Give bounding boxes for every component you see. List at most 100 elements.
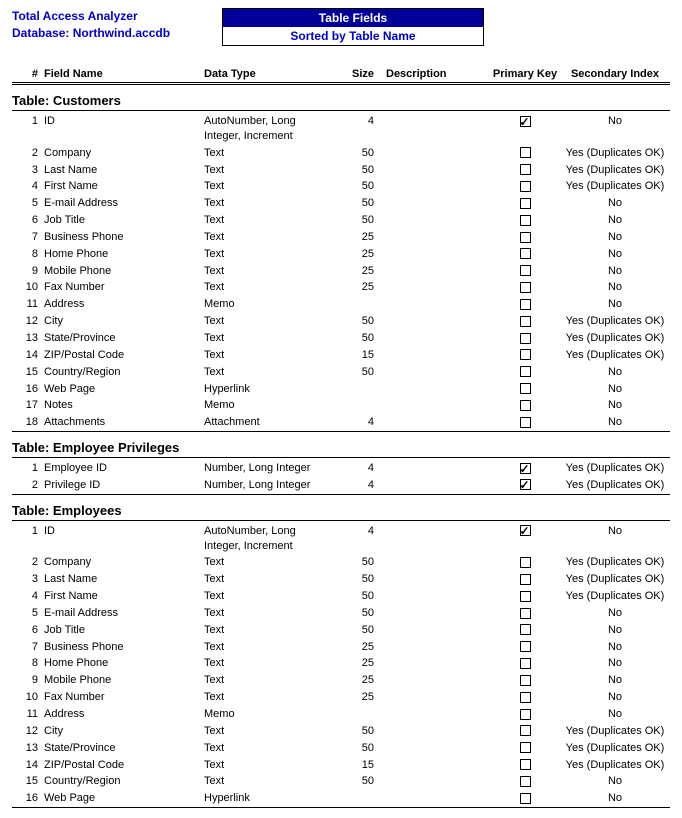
cell-field: Web Page [44,791,204,806]
cell-field: Home Phone [44,656,204,671]
cell-num: 5 [12,606,44,621]
cell-idx: No [560,415,670,430]
cell-size: 50 [334,314,380,329]
table-row: 13State/ProvinceText50Yes (Duplicates OK… [12,330,670,347]
cell-type: Text [204,331,334,346]
checkbox-icon [520,282,531,293]
table-row: 9Mobile PhoneText25No [12,672,670,689]
cell-type: Hyperlink [204,382,334,397]
cell-field: Address [44,297,204,312]
table-row: 7Business PhoneText25No [12,639,670,656]
cell-type: Attachment [204,415,334,430]
cell-field: Fax Number [44,280,204,295]
checkbox-icon [520,675,531,686]
cell-size: 25 [334,264,380,279]
cell-idx: Yes (Duplicates OK) [560,589,670,604]
checkbox-icon [520,557,531,568]
table-row: 4First NameText50Yes (Duplicates OK) [12,588,670,605]
col-num: # [12,68,44,80]
checkbox-icon [520,349,531,360]
cell-num: 3 [12,163,44,178]
cell-pk [490,179,560,194]
cell-pk [490,382,560,397]
cell-type: Text [204,213,334,228]
cell-num: 9 [12,264,44,279]
table-row: 1Employee IDNumber, Long Integer4Yes (Du… [12,460,670,477]
table-row: 12CityText50Yes (Duplicates OK) [12,313,670,330]
cell-type: Text [204,640,334,655]
table-row: 10Fax NumberText25No [12,689,670,706]
cell-size: 50 [334,331,380,346]
cell-size: 50 [334,196,380,211]
cell-size: 4 [334,415,380,430]
cell-pk [490,656,560,671]
checkbox-icon [520,574,531,585]
cell-idx: Yes (Duplicates OK) [560,741,670,756]
cell-type: Text [204,656,334,671]
table-row: 1IDAutoNumber, Long Integer, Increment4N… [12,113,670,145]
cell-num: 1 [12,114,44,129]
cell-pk [490,365,560,380]
cell-pk [490,247,560,262]
cell-num: 17 [12,398,44,413]
table-row: 1IDAutoNumber, Long Integer, Increment4N… [12,523,670,555]
cell-pk [490,555,560,570]
cell-field: ZIP/Postal Code [44,348,204,363]
table-row: 6Job TitleText50No [12,212,670,229]
cell-size: 50 [334,774,380,789]
cell-pk [490,146,560,161]
cell-field: Employee ID [44,461,204,476]
table-title: Table: Employees [12,503,670,521]
checkbox-icon [520,215,531,226]
cell-num: 12 [12,314,44,329]
cell-idx: Yes (Duplicates OK) [560,572,670,587]
cell-type: Text [204,146,334,161]
cell-num: 18 [12,415,44,430]
cell-field: Business Phone [44,230,204,245]
table-row: 5E-mail AddressText50No [12,195,670,212]
report-subtitle: Sorted by Table Name [223,27,483,45]
cell-field: State/Province [44,331,204,346]
cell-type: Text [204,623,334,638]
checkbox-icon [520,232,531,243]
checkbox-icon [520,776,531,787]
cell-pk [490,690,560,705]
cell-idx: Yes (Duplicates OK) [560,146,670,161]
checkbox-icon [520,181,531,192]
cell-pk [490,724,560,739]
cell-pk [490,264,560,279]
cell-type: Text [204,196,334,211]
cell-pk [490,606,560,621]
cell-type: Text [204,348,334,363]
cell-size: 25 [334,673,380,688]
cell-pk [490,114,560,129]
cell-idx: Yes (Duplicates OK) [560,724,670,739]
table-row: 13State/ProvinceText50Yes (Duplicates OK… [12,740,670,757]
cell-size: 50 [334,365,380,380]
cell-pk [490,774,560,789]
cell-size: 4 [334,461,380,476]
cell-field: E-mail Address [44,196,204,211]
cell-type: Text [204,555,334,570]
checkbox-icon [520,383,531,394]
cell-size: 15 [334,348,380,363]
report-title: Table Fields [223,9,483,27]
cell-idx: No [560,297,670,312]
checkbox-icon [520,147,531,158]
cell-size: 50 [334,163,380,178]
cell-size: 50 [334,572,380,587]
cell-size: 25 [334,230,380,245]
checkbox-icon [520,299,531,310]
cell-field: Home Phone [44,247,204,262]
checkbox-icon [520,198,531,209]
cell-num: 10 [12,280,44,295]
cell-num: 14 [12,348,44,363]
table-row: 2CompanyText50Yes (Duplicates OK) [12,554,670,571]
cell-size: 4 [334,524,380,539]
cell-size: 50 [334,555,380,570]
table-row: 14ZIP/Postal CodeText15Yes (Duplicates O… [12,347,670,364]
table-row: 9Mobile PhoneText25No [12,263,670,280]
cell-type: Text [204,606,334,621]
cell-pk [490,707,560,722]
cell-field: Mobile Phone [44,264,204,279]
